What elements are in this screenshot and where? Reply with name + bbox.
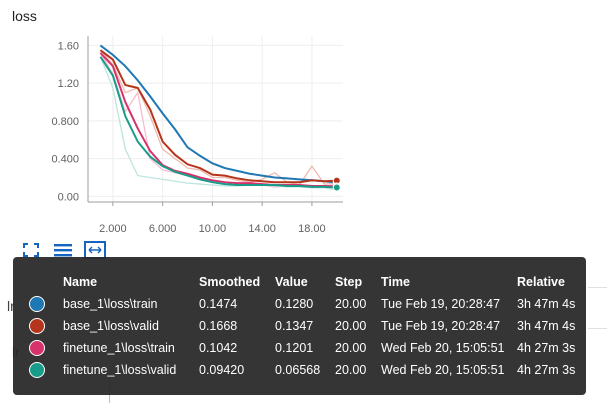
series-color-icon xyxy=(29,318,45,334)
tooltip-cell-time: Wed Feb 20, 15:05:51 xyxy=(381,341,505,355)
tooltip-cell-step: 20.00 xyxy=(335,363,367,377)
y-tick-label: 1.60 xyxy=(58,40,79,52)
tooltip-row: base_1\loss\valid 0.1668 0.1347 20.00 Tue Fe… xyxy=(23,315,583,337)
series-color-dot xyxy=(23,337,63,359)
tooltip-header-time: Time xyxy=(381,275,410,289)
tooltip-cell-smoothed: 0.1668 xyxy=(199,319,238,333)
tooltip-header-color xyxy=(23,271,63,293)
series-color-dot xyxy=(23,315,63,337)
series-line xyxy=(99,56,337,189)
tooltip-cell-smoothed: 0.1474 xyxy=(199,297,238,311)
x-tick-label: 18.00 xyxy=(298,223,326,235)
tooltip-cell-relative: 3h 47m 4s xyxy=(517,319,576,333)
tooltip-header-row: Name Smoothed Value Step Time Relative xyxy=(23,271,583,293)
tooltip-cell-smoothed: 0.1042 xyxy=(199,341,238,355)
tooltip-cell-relative: 4h 27m 3s xyxy=(517,363,576,377)
tooltip-row: finetune_1\loss\valid 0.09420 0.06568 20.00… xyxy=(23,359,583,381)
tooltip-cell-smoothed: 0.09420 xyxy=(199,363,245,377)
tooltip-cell-name: finetune_1\loss\valid xyxy=(63,363,177,377)
tooltip-cell-name: base_1\loss\train xyxy=(63,297,158,311)
y-tick-label: 1.20 xyxy=(58,78,79,90)
x-tick-label: 10.00 xyxy=(199,223,227,235)
chart-tooltip: Name Smoothed Value Step Time Relative b… xyxy=(13,257,586,395)
x-tick-label: 6.000 xyxy=(149,223,177,235)
tooltip-row: finetune_1\loss\train 0.1042 0.1201 20.00 We… xyxy=(23,337,583,359)
tooltip-table: Name Smoothed Value Step Time Relative b… xyxy=(23,271,583,381)
tooltip-cell-name: base_1\loss\valid xyxy=(63,319,159,333)
tooltip-row: base_1\loss\train 0.1474 0.1280 20.00 Tue Fe… xyxy=(23,293,583,315)
y-tick-label: 0.400 xyxy=(51,154,79,166)
tooltip-cell-step: 20.00 xyxy=(335,319,367,333)
loss-chart[interactable]: 0.00 0.400 0.800 1.20 1.60 2.000 6.000 10.00 14.… xyxy=(0,0,607,240)
tooltip-cell-relative: 4h 27m 3s xyxy=(517,341,576,355)
tooltip-cell-value: 0.1280 xyxy=(275,297,314,311)
series-color-dot xyxy=(23,293,63,315)
tooltip-cell-time: Wed Feb 20, 15:05:51 xyxy=(381,363,505,377)
x-tick-label: 2.000 xyxy=(99,223,127,235)
series-color-icon xyxy=(29,340,45,356)
tooltip-header-step: Step xyxy=(335,275,363,289)
series-line xyxy=(99,49,337,184)
tooltip-cell-value: 0.06568 xyxy=(275,363,321,377)
tooltip-cell-relative: 3h 47m 4s xyxy=(517,297,576,311)
series-color-icon xyxy=(29,296,45,312)
side-panel-edge xyxy=(588,287,607,329)
tooltip-cell-value: 0.1347 xyxy=(275,319,314,333)
series-raw-line xyxy=(100,44,337,185)
tooltip-header-smoothed: Smoothed xyxy=(199,275,261,289)
tooltip-cell-step: 20.00 xyxy=(335,297,367,311)
tooltip-cell-step: 20.00 xyxy=(335,341,367,355)
tooltip-cell-value: 0.1201 xyxy=(275,341,314,355)
series-line xyxy=(99,44,337,184)
tooltip-cell-name: finetune_1\loss\train xyxy=(63,341,175,355)
y-tick-label: 0.800 xyxy=(51,116,79,128)
tooltip-header-relative: Relative xyxy=(517,275,565,289)
tooltip-header-name: Name xyxy=(63,275,98,289)
y-tick-label: 0.00 xyxy=(58,191,79,203)
tooltip-header-value: Value xyxy=(275,275,308,289)
series-hover-point xyxy=(332,183,341,192)
series-color-dot xyxy=(23,359,63,381)
tooltip-cell-time: Tue Feb 19, 20:28:47 xyxy=(381,319,501,333)
series-raw-line xyxy=(99,52,337,188)
x-tick-label: 14.00 xyxy=(248,223,276,235)
tooltip-cell-time: Tue Feb 19, 20:28:47 xyxy=(381,297,501,311)
series-color-icon xyxy=(29,362,45,378)
